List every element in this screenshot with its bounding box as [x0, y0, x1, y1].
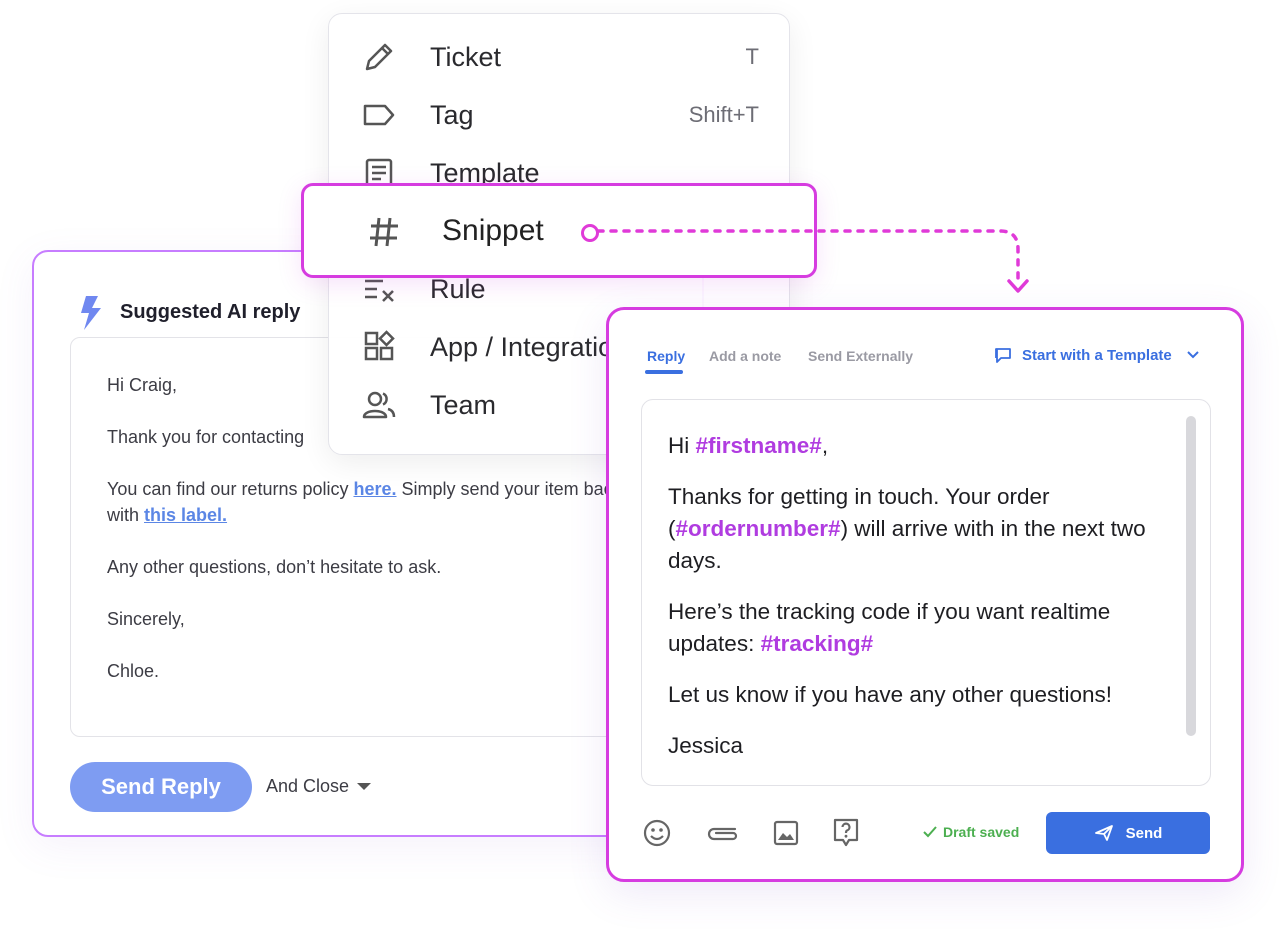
menu-item-tag-label: Tag: [430, 99, 474, 130]
connector-start-dot: [581, 224, 599, 242]
help-article-button[interactable]: [831, 818, 861, 848]
menu-item-ticket-shortcut: T: [745, 44, 759, 69]
menu-item-ticket[interactable]: Ticket T: [329, 28, 789, 86]
image-icon: [773, 820, 799, 846]
lightning-icon: [81, 296, 101, 330]
message-editor[interactable]: Hi #firstname#, Thanks for getting in to…: [641, 399, 1211, 786]
tracking-text: Here’s the tracking code if you want rea…: [668, 599, 1111, 656]
attach-button[interactable]: [705, 818, 741, 848]
editor-questions-line: Let us know if you have any other questi…: [668, 682, 1113, 707]
start-template-label: Start with a Template: [1022, 346, 1172, 364]
ai-signoff: Sincerely,: [107, 609, 185, 629]
ai-policy-line: You can find our returns policy here. Si…: [107, 476, 653, 528]
editor-tracking-line: Here’s the tracking code if you want rea…: [668, 596, 1156, 660]
ai-signature: Chloe.: [107, 661, 160, 681]
tag-icon: [363, 104, 395, 126]
start-template-button[interactable]: Start with a Template: [994, 346, 1200, 364]
team-icon: [362, 391, 396, 419]
editor-order-line: Thanks for getting in touch. Your order …: [668, 481, 1156, 577]
ai-policy-prefix: You can find our returns policy: [107, 479, 354, 499]
menu-item-app-integration-label: App / Integration: [430, 331, 629, 362]
send-button[interactable]: Send: [1046, 812, 1210, 854]
variable-tracking: #tracking#: [760, 631, 874, 656]
chevron-down-icon: [1187, 351, 1199, 359]
ai-line-3: Any other questions, don’t hesitate to a…: [107, 557, 442, 577]
send-button-label: Send: [1125, 824, 1163, 842]
return-label-link[interactable]: this label.: [144, 505, 227, 525]
editor-scrollbar[interactable]: [1186, 416, 1196, 736]
variable-firstname: #firstname#: [695, 433, 822, 458]
paperclip-icon: [707, 827, 738, 841]
tab-add-note[interactable]: Add a note: [709, 348, 781, 364]
greeting-prefix: Hi: [668, 433, 696, 458]
greeting-suffix: ,: [821, 433, 829, 458]
ai-reply-title: Suggested AI reply: [120, 301, 301, 323]
reply-composer: Reply Add a note Send Externally Start w…: [606, 307, 1244, 882]
check-icon: [923, 826, 937, 838]
hash-icon: [370, 217, 398, 247]
question-bubble-icon: [833, 818, 859, 847]
returns-policy-link[interactable]: here.: [353, 479, 396, 499]
menu-item-team-label: Team: [430, 389, 497, 420]
template-icon: [995, 348, 1011, 363]
editor-greeting: Hi #firstname#,: [668, 430, 1156, 462]
pencil-icon: [365, 43, 393, 71]
paper-plane-icon: [1094, 825, 1113, 841]
menu-item-ticket-label: Ticket: [430, 41, 502, 72]
active-tab-indicator: [645, 370, 683, 374]
menu-item-tag-shortcut: Shift+T: [688, 102, 759, 127]
menu-item-snippet[interactable]: Snippet: [301, 183, 817, 278]
apps-icon: [364, 330, 395, 361]
and-close-dropdown[interactable]: And Close: [266, 776, 372, 797]
caret-down-icon: [357, 783, 372, 790]
menu-item-rule-label: Rule: [430, 273, 486, 304]
emoji-button[interactable]: [642, 818, 672, 848]
emoji-icon: [643, 819, 671, 847]
send-reply-button[interactable]: Send Reply: [70, 762, 252, 812]
draft-status: Draft saved: [923, 824, 1019, 840]
variable-ordernumber: #ordernumber#: [675, 516, 841, 541]
tab-reply[interactable]: Reply: [647, 348, 685, 364]
insert-image-button[interactable]: [771, 818, 801, 848]
editor-signature: Jessica: [668, 733, 744, 758]
menu-item-snippet-label: Snippet: [442, 214, 544, 247]
tab-send-externally[interactable]: Send Externally: [808, 348, 913, 364]
and-close-label: And Close: [266, 776, 350, 796]
menu-item-tag[interactable]: Tag Shift+T: [329, 86, 789, 144]
draft-status-label: Draft saved: [943, 824, 1020, 840]
